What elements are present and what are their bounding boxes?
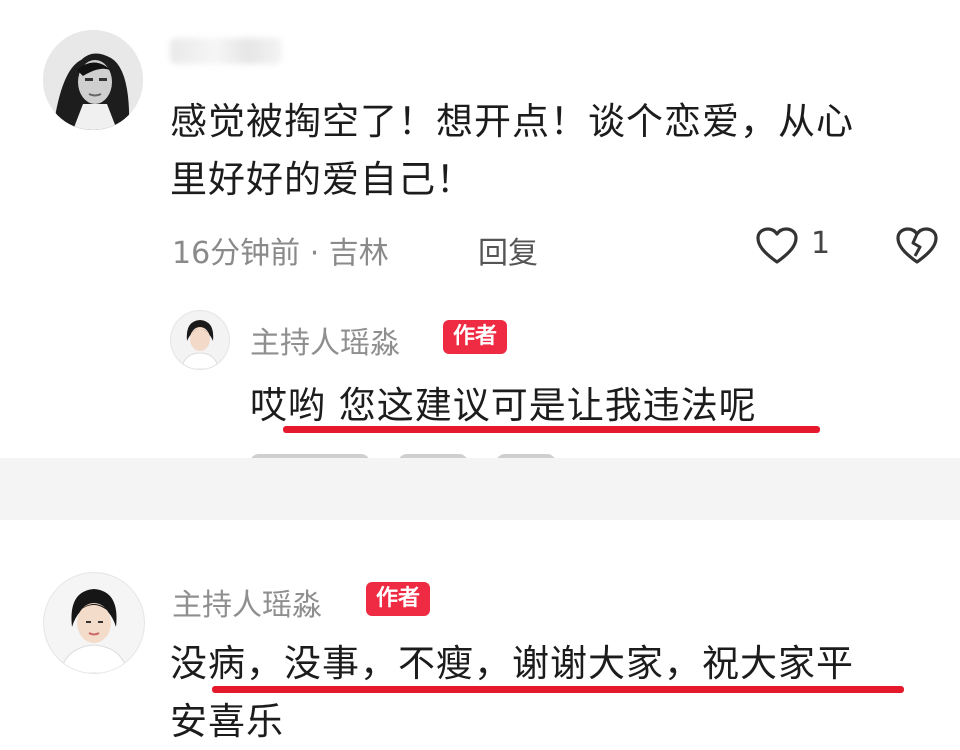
screenshot-seam	[0, 458, 960, 520]
reply2-author-badge: 作者	[366, 582, 431, 616]
broken-heart-icon	[896, 227, 938, 264]
reply1-author-name[interactable]: 主持人瑶淼	[250, 318, 400, 362]
comment-text-line1: 感觉被掏空了！想开点！谈个恋爱，从心	[170, 100, 854, 143]
reply2-red-underline	[212, 686, 904, 693]
reply2-text-line2: 安喜乐	[170, 700, 284, 743]
comment-meta: 16分钟前 · 吉林	[172, 236, 389, 271]
reply1-author-badge: 作者	[443, 320, 508, 354]
author-avatar-small[interactable]	[170, 310, 230, 370]
commenter-avatar[interactable]	[43, 30, 143, 130]
reply2-author-name[interactable]: 主持人瑶淼	[172, 580, 322, 624]
reply2-text-line1: 没病，没事，不瘦，谢谢大家，祝大家平	[170, 642, 854, 685]
author-avatar[interactable]	[43, 572, 145, 674]
reply1-red-underline	[283, 426, 820, 433]
like-count: 1	[811, 226, 831, 261]
reply-button[interactable]: 回复	[478, 228, 538, 272]
like-button[interactable]: 1	[755, 224, 835, 268]
dislike-button[interactable]	[895, 224, 941, 268]
commenter-name-redacted	[170, 38, 282, 64]
heart-outline-icon	[756, 227, 798, 264]
comment-text-line2: 里好好的爱自己！	[170, 158, 474, 201]
